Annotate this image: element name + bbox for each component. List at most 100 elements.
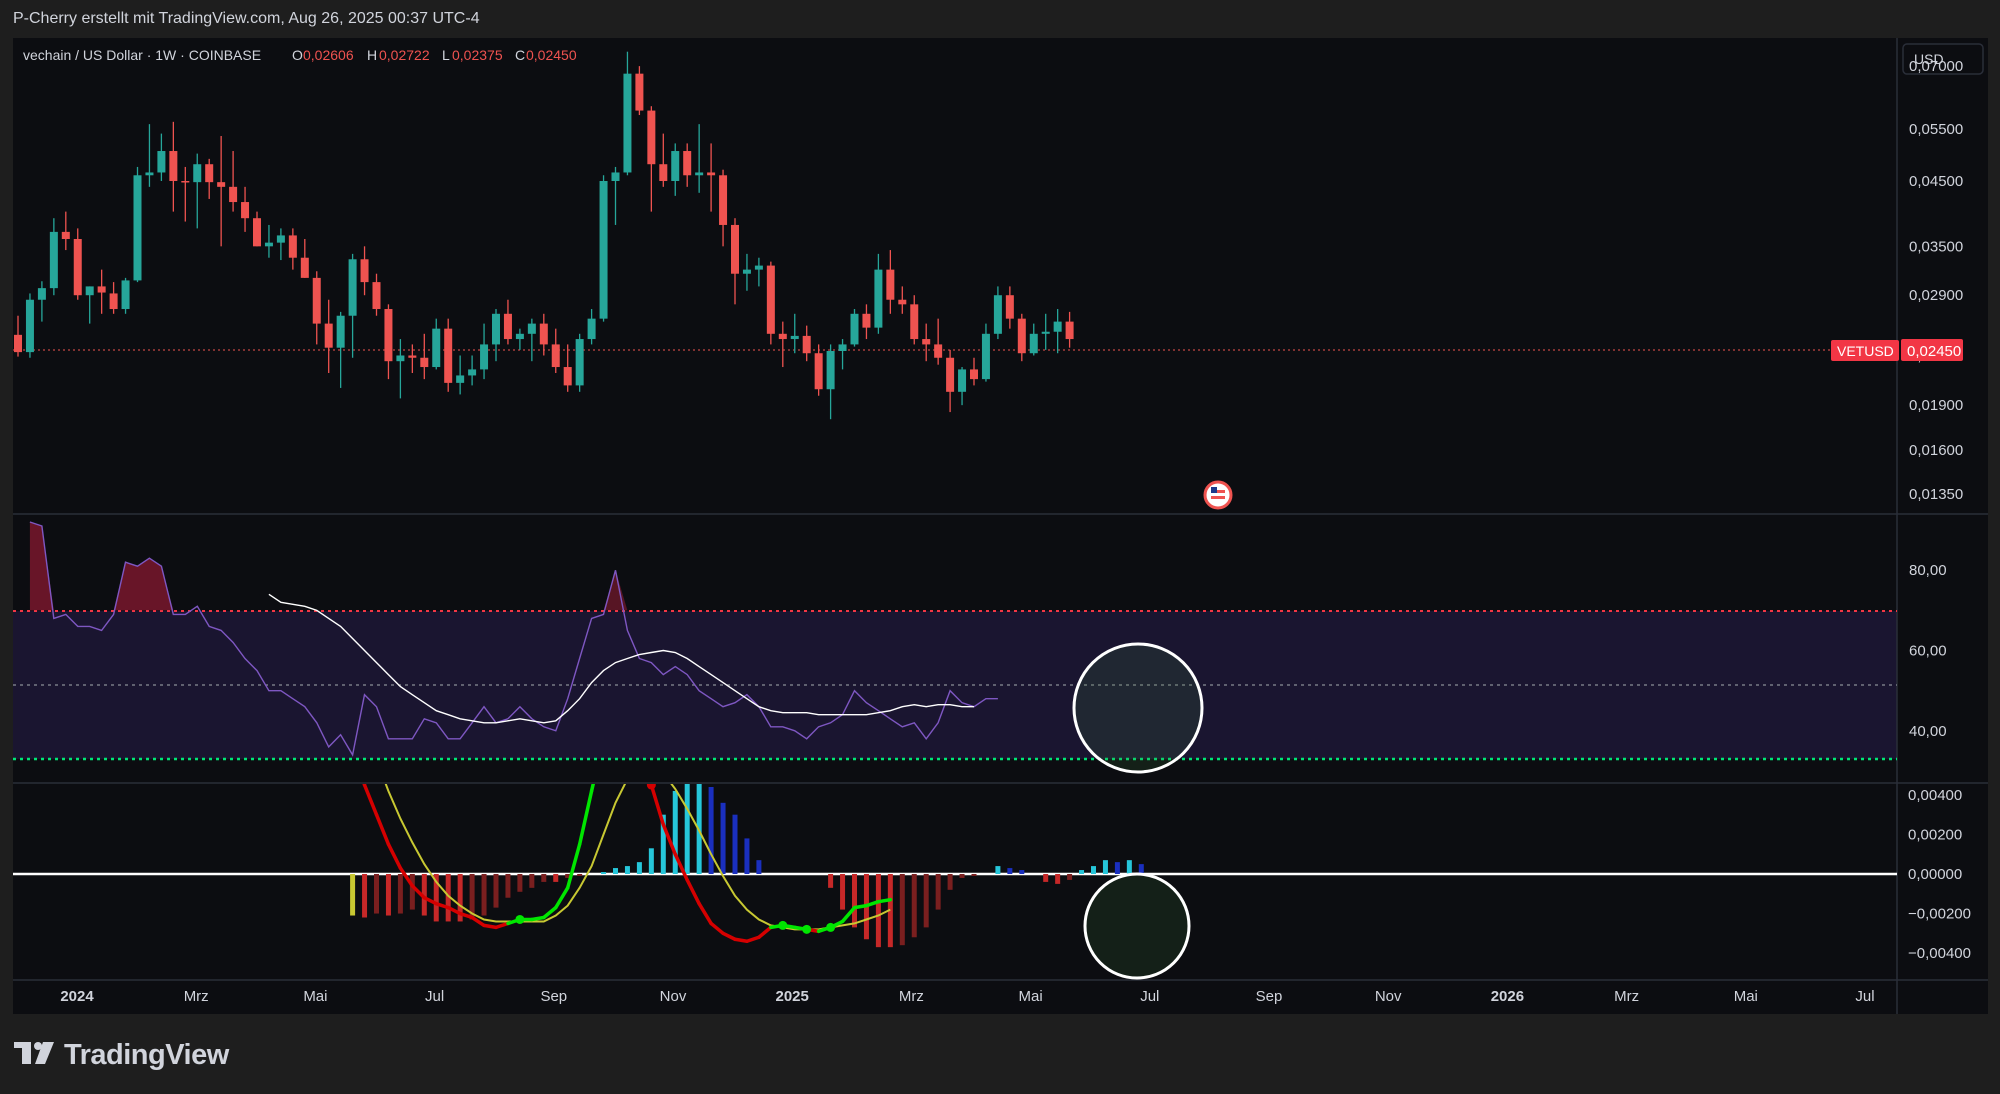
- macd-histogram-bar: [397, 874, 403, 914]
- candle-body: [575, 339, 584, 386]
- candle-body: [229, 186, 238, 203]
- price-tick-label: 0,04500: [1909, 173, 1963, 190]
- price-tick-label: 0,05500: [1909, 121, 1963, 138]
- candle-body: [432, 328, 441, 368]
- macd-histogram-bar: [409, 874, 415, 910]
- candle-body: [766, 265, 775, 334]
- candle-body: [37, 288, 46, 300]
- candle-body: [468, 369, 477, 376]
- candle-body: [408, 355, 417, 358]
- macd-histogram-bar: [505, 874, 511, 898]
- candle-body: [145, 172, 154, 176]
- macd-histogram-bar: [1079, 870, 1085, 874]
- legend-o-value: 0,02606: [303, 47, 354, 63]
- candle-body: [659, 164, 668, 181]
- macd-histogram-bar: [1138, 864, 1144, 874]
- candle-body: [1065, 321, 1074, 340]
- macd-histogram-bar: [601, 872, 607, 874]
- candle-body: [181, 180, 190, 183]
- macd-histogram-bar: [935, 874, 941, 910]
- macd-histogram-bar: [1102, 860, 1108, 874]
- candle-body: [276, 235, 285, 243]
- macd-tick-label: 0,00000: [1908, 866, 1962, 883]
- macd-histogram-bar: [995, 866, 1001, 874]
- candle-body: [360, 259, 369, 283]
- price-tick-label: 0,01600: [1909, 442, 1963, 459]
- macd-histogram-bar: [1126, 860, 1132, 874]
- legend-o-label: O: [292, 47, 303, 63]
- candle-body: [647, 110, 656, 165]
- time-axis-label: Jul: [1140, 988, 1159, 1005]
- time-axis-label: Mrz: [1614, 988, 1639, 1005]
- candle-body: [790, 335, 799, 340]
- chart-canvas[interactable]: vechain / US Dollar · 1W · COINBASE O 0,…: [13, 38, 1988, 1014]
- macd-histogram-bar: [362, 874, 368, 918]
- macd-histogram-bar: [840, 874, 846, 910]
- macd-histogram-bar: [875, 874, 881, 948]
- candle-body: [456, 375, 465, 383]
- candle-body: [731, 224, 739, 274]
- macd-cross-dot: [778, 920, 788, 930]
- legend-h-label: H: [367, 47, 377, 63]
- macd-cross-dot: [826, 922, 836, 932]
- price-tick-label: 0,07000: [1909, 58, 1963, 75]
- candle-body: [133, 175, 142, 281]
- candle-body: [85, 286, 94, 296]
- macd-histogram-bar: [1007, 868, 1013, 874]
- candle-body: [205, 164, 214, 183]
- candle-body: [719, 175, 728, 225]
- macd-histogram-bar: [1067, 874, 1073, 880]
- macd-histogram-bar: [828, 874, 834, 888]
- us-flag-event-icon[interactable]: [1203, 480, 1233, 510]
- candle-body: [193, 164, 202, 183]
- candle-body: [300, 257, 309, 278]
- candle-body: [886, 269, 895, 300]
- candle-body: [898, 299, 907, 305]
- tradingview-logo-icon: [14, 1042, 54, 1064]
- candle-body: [958, 369, 967, 392]
- candle-body: [348, 259, 357, 316]
- macd-histogram-bar: [624, 866, 630, 874]
- candle-body: [551, 344, 560, 368]
- macd-histogram-bar: [1055, 874, 1061, 884]
- macd-histogram-bar: [648, 848, 654, 874]
- candle-body: [922, 339, 931, 345]
- macd-histogram-bar: [553, 874, 559, 882]
- candle-body: [312, 277, 321, 324]
- legend-l-label: L: [442, 47, 450, 63]
- chart-frame[interactable]: vechain / US Dollar · 1W · COINBASE O 0,…: [13, 38, 1988, 1014]
- macd-histogram-bar: [732, 814, 738, 874]
- candle-body: [742, 269, 751, 274]
- macd-histogram-bar: [374, 874, 379, 914]
- candle-body: [539, 323, 548, 345]
- candle-body: [826, 350, 835, 390]
- candle-body: [862, 313, 871, 328]
- macd-histogram-bar: [385, 874, 391, 916]
- macd-histogram-bar: [947, 874, 953, 890]
- candle-body: [25, 299, 34, 353]
- tradingview-wordmark: TradingView: [64, 1039, 229, 1071]
- candle-body: [264, 242, 273, 247]
- candle-body: [611, 172, 620, 181]
- macd-histogram-bar: [613, 868, 618, 874]
- candle-body: [61, 231, 70, 240]
- symbol-legend[interactable]: vechain / US Dollar · 1W · COINBASE O 0,…: [23, 47, 577, 63]
- price-tick-label: 0,01350: [1909, 486, 1963, 503]
- candle-body: [970, 369, 978, 380]
- candle-body: [1029, 333, 1038, 354]
- candle-body: [623, 73, 632, 173]
- macd-histogram-bar: [481, 874, 487, 916]
- macd-histogram-bar: [708, 787, 714, 874]
- time-axis-label: 2024: [60, 988, 94, 1005]
- candle-body: [157, 151, 166, 173]
- candle: [25, 293, 34, 358]
- attribution-bar: P-Cherry erstellt mit TradingView.com, A…: [0, 0, 2000, 38]
- macd-histogram-bar: [1019, 870, 1025, 874]
- macd-tick-label: −0,00400: [1908, 945, 1971, 962]
- macd-histogram-bar: [744, 838, 750, 874]
- macd-line-segment: [852, 903, 869, 910]
- time-axis-label: Mrz: [184, 988, 209, 1005]
- ticker-label: VETUSD: [1837, 343, 1894, 359]
- macd-histogram-bar: [529, 874, 535, 888]
- candle: [766, 261, 775, 345]
